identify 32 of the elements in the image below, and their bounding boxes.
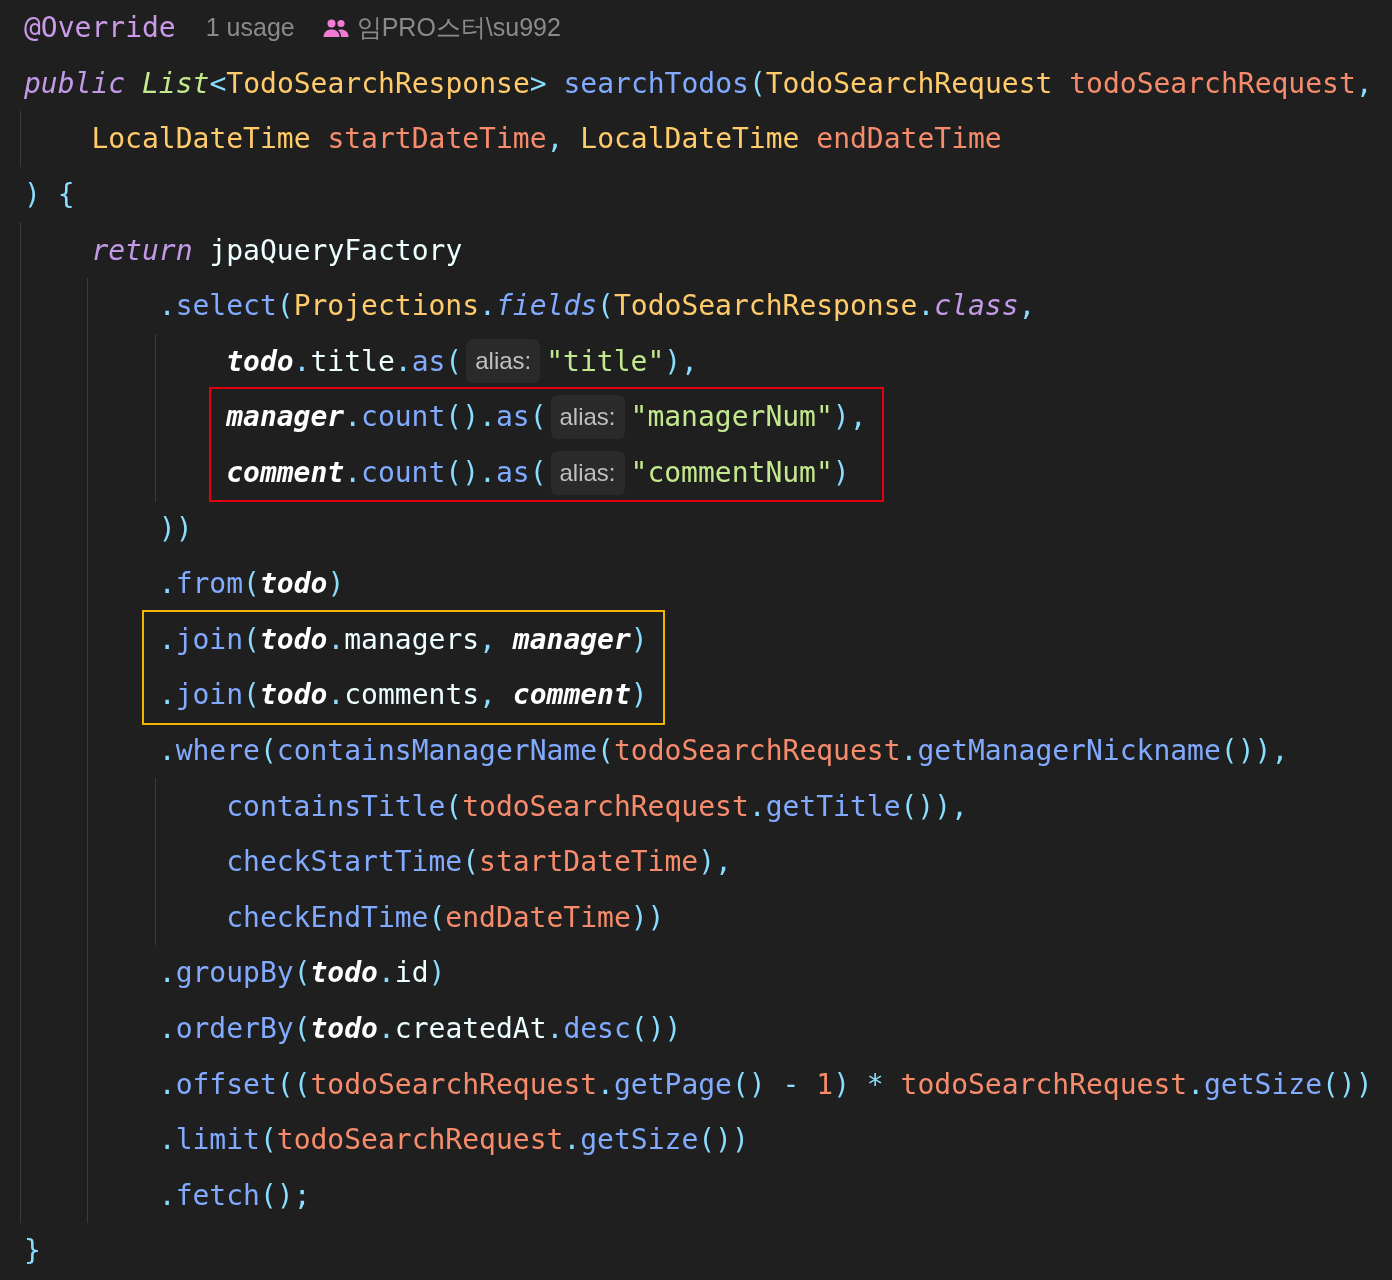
inlay-hint: alias: xyxy=(550,394,625,439)
code-text: "commentNum") xyxy=(630,456,850,490)
usage-hint[interactable]: 1 usage xyxy=(205,13,295,43)
code-text: manager.count().as( xyxy=(226,400,547,434)
code-text: todo.title.as( xyxy=(226,344,463,378)
code-text: @Override xyxy=(24,11,176,45)
code-text: comment.count().as( xyxy=(226,456,547,490)
inlay-hint: alias: xyxy=(466,339,541,384)
author-hint[interactable]: 임PRO스터\su992 xyxy=(356,11,561,45)
code-text: ) { xyxy=(24,178,75,212)
code-text: containsTitle(todoSearchRequest.getTitle()), xyxy=(226,789,968,823)
code-text: .groupBy(todo.id) xyxy=(158,956,446,990)
code-text: "title"), xyxy=(546,344,698,378)
code-text: checkEndTime(endDateTime)) xyxy=(226,900,665,934)
code-text: .orderBy(todo.createdAt.desc()) xyxy=(158,1012,682,1045)
code-text: .limit(todoSearchRequest.getSize()) xyxy=(158,1123,749,1157)
code-text: .where(containsManagerName(todoSearchRequest.getManagerNickname()), xyxy=(158,734,1289,767)
code-text: public List<TodoSearchResponse> searchTodos(TodoSearchRequest todoSearchRequest, xyxy=(24,66,1373,100)
people-icon xyxy=(322,17,349,38)
code-text: } xyxy=(24,1234,41,1268)
code-text: .join(todo.comments, comment) xyxy=(158,678,648,712)
code-text: .join(todo.managers, manager) xyxy=(158,622,648,656)
code-text: .from(todo) xyxy=(158,567,345,601)
code-text: )) xyxy=(158,511,193,545)
code-text: checkStartTime(startDateTime), xyxy=(226,845,732,879)
code-text: .offset((todoSearchRequest.getPage() - 1) * todoSearchRequest.getSize()) xyxy=(158,1067,1373,1101)
code-text: .fetch(); xyxy=(158,1178,311,1212)
code-text: "managerNum"), xyxy=(630,400,867,434)
code-text: return jpaQueryFactory xyxy=(91,233,463,267)
inlay-hint: alias: xyxy=(550,450,625,495)
code-text: LocalDateTime startDateTime, LocalDateTime endDateTime xyxy=(91,122,1002,156)
code-text: .select(Projections.fields(TodoSearchResponse.class, xyxy=(158,289,1036,323)
